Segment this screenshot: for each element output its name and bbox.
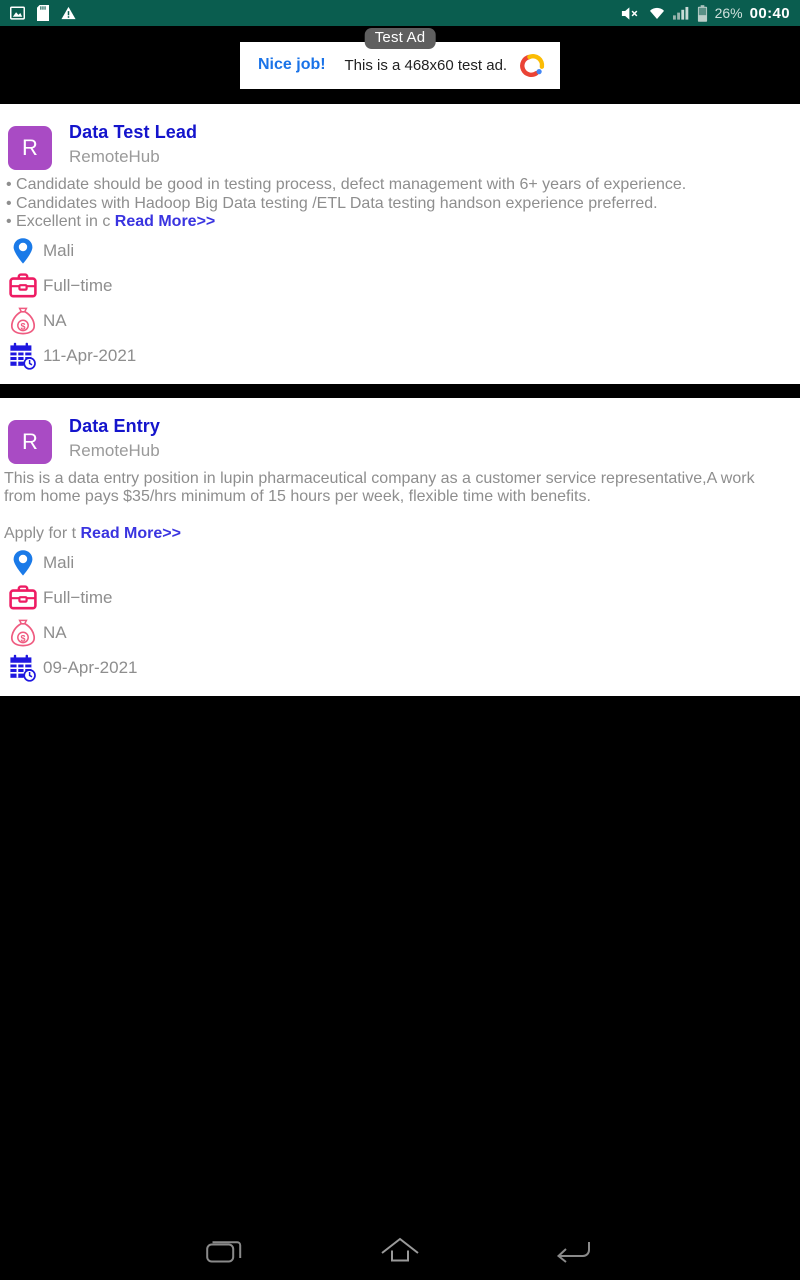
briefcase-icon <box>8 585 38 611</box>
job-meta-location: Mali <box>8 546 800 581</box>
read-more-link[interactable]: Read More>> <box>80 525 180 542</box>
job-meta-salary-label: NA <box>43 623 67 642</box>
job-card-header: R Data Test Lead RemoteHub <box>0 104 800 170</box>
status-bar: 26% 00:40 <box>0 0 800 26</box>
back-button[interactable] <box>543 1232 603 1272</box>
recents-button[interactable] <box>197 1232 257 1272</box>
job-meta-date: 09-Apr-2021 <box>8 651 800 686</box>
job-description: This is a data entry position in lupin p… <box>0 464 800 544</box>
svg-text:$: $ <box>20 321 25 331</box>
location-pin-icon <box>8 237 38 265</box>
job-meta-list: Mali Full−time <box>0 544 800 686</box>
money-bag-icon: $ <box>8 619 38 647</box>
ad-banner[interactable]: Nice job! This is a 468x60 test ad. Test… <box>240 27 560 89</box>
job-card-title-block: Data Test Lead RemoteHub <box>52 122 197 169</box>
ad-container: Nice job! This is a 468x60 test ad. Test… <box>0 26 800 104</box>
screenshot-icon <box>10 6 25 20</box>
android-navigation-bar <box>0 1224 800 1280</box>
job-title[interactable]: Data Test Lead <box>69 122 197 142</box>
ad-cta-label[interactable]: Nice job! <box>258 56 326 74</box>
job-meta-type-label: Full−time <box>43 276 113 295</box>
read-more-link[interactable]: Read More>> <box>115 213 215 230</box>
job-meta-date: 11-Apr-2021 <box>8 339 800 374</box>
svg-text:$: $ <box>20 633 25 643</box>
avatar: R <box>8 126 52 170</box>
job-card-title-block: Data Entry RemoteHub <box>52 416 160 463</box>
job-description: • Candidate should be good in testing pr… <box>0 170 800 232</box>
location-pin-icon <box>8 549 38 577</box>
briefcase-icon <box>8 273 38 299</box>
job-meta-date-label: 09-Apr-2021 <box>43 658 138 677</box>
wifi-icon <box>648 6 666 20</box>
status-bar-right-icons: 26% 00:40 <box>621 5 790 22</box>
calendar-clock-icon <box>8 654 38 682</box>
job-meta-list: Mali Full−time <box>0 232 800 374</box>
home-icon <box>380 1236 420 1269</box>
signal-icon <box>672 6 690 20</box>
avatar: R <box>8 419 52 464</box>
home-button[interactable] <box>370 1232 430 1272</box>
job-meta-location-label: Mali <box>43 553 75 572</box>
job-company: RemoteHub <box>69 440 160 460</box>
battery-percent: 26% <box>714 5 743 21</box>
admob-logo <box>520 52 546 78</box>
job-card[interactable]: R Data Test Lead RemoteHub • Candidate s… <box>0 104 800 384</box>
status-bar-left-icons <box>10 5 76 21</box>
money-bag-icon: $ <box>8 307 38 335</box>
job-meta-type-label: Full−time <box>43 588 113 607</box>
sd-card-icon <box>37 5 49 21</box>
volume-mute-icon <box>621 6 641 21</box>
warning-icon <box>61 6 76 20</box>
job-meta-location: Mali <box>8 234 800 269</box>
job-company: RemoteHub <box>69 147 160 166</box>
job-description-text: • Candidate should be good in testing pr… <box>6 176 687 230</box>
job-card[interactable]: R Data Entry RemoteHub This is a data en… <box>0 397 800 696</box>
status-bar-clock: 00:40 <box>749 4 790 22</box>
recents-icon <box>205 1236 248 1269</box>
job-title[interactable]: Data Entry <box>69 416 160 436</box>
job-meta-type: Full−time <box>8 269 800 304</box>
job-meta-type: Full−time <box>8 581 800 616</box>
calendar-clock-icon <box>8 342 38 370</box>
job-meta-salary: $ NA <box>8 304 800 339</box>
job-card-header: R Data Entry RemoteHub <box>0 398 800 464</box>
job-meta-date-label: 11-Apr-2021 <box>43 346 137 365</box>
ad-test-badge: Test Ad <box>364 27 436 49</box>
back-icon <box>553 1236 593 1269</box>
battery-icon <box>697 4 708 22</box>
job-list: R Data Test Lead RemoteHub • Candidate s… <box>0 104 800 696</box>
job-meta-salary: $ NA <box>8 616 800 651</box>
job-meta-location-label: Mali <box>43 241 75 260</box>
job-meta-salary-label: NA <box>43 311 67 330</box>
ad-body-text: This is a 468x60 test ad. <box>344 56 508 74</box>
